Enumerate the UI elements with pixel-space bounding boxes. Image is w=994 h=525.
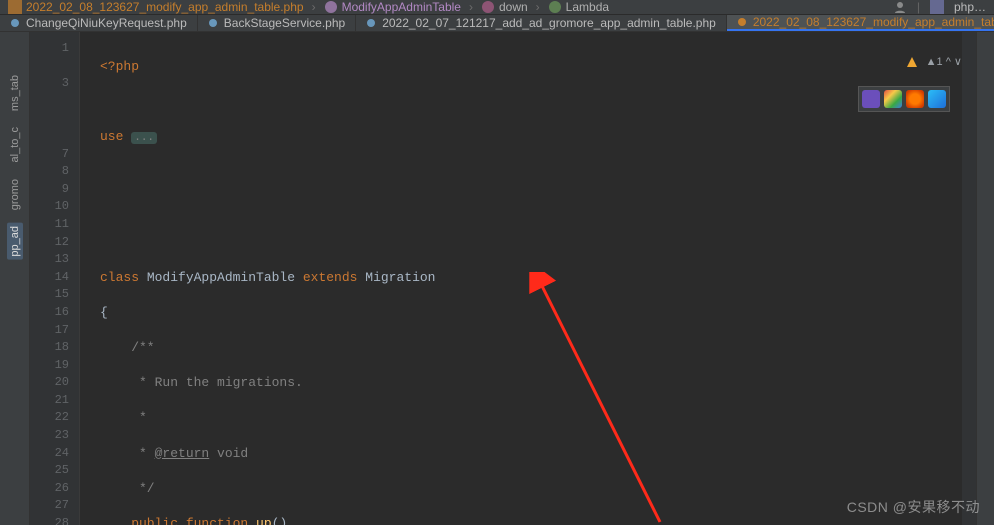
php-file-icon bbox=[366, 18, 376, 28]
php-file-icon bbox=[737, 17, 747, 27]
editor-scrollbar[interactable] bbox=[962, 32, 976, 525]
chevron-right-icon: › bbox=[469, 0, 473, 14]
side-tab-1[interactable]: ms_tab bbox=[7, 72, 23, 114]
firefox-icon[interactable] bbox=[906, 90, 924, 108]
side-tab-3[interactable]: gromo bbox=[7, 176, 23, 213]
php-file-icon bbox=[8, 0, 22, 14]
chevron-right-icon: › bbox=[312, 0, 316, 14]
php-file-icon bbox=[208, 18, 218, 28]
right-tool-sidebar bbox=[976, 32, 994, 525]
side-tab-4[interactable]: pp_ad bbox=[7, 223, 23, 260]
edge-icon[interactable] bbox=[928, 90, 946, 108]
code-area[interactable]: <?php use ... class ModifyAppAdminTable … bbox=[80, 32, 976, 525]
code-editor[interactable]: 1378910111213141516171819202122232425262… bbox=[30, 32, 976, 525]
user-icon[interactable] bbox=[893, 0, 907, 14]
editor-tabs: ChangeQiNiuKeyRequest.php BackStageServi… bbox=[0, 15, 994, 32]
tab-changeqiniukeyrequest[interactable]: ChangeQiNiuKeyRequest.php bbox=[0, 15, 198, 31]
tab-backstageservice[interactable]: BackStageService.php bbox=[198, 15, 356, 31]
class-icon bbox=[324, 0, 338, 14]
navigation-bar: 2022_02_08_123627_modify_app_admin_table… bbox=[0, 0, 994, 15]
folded-region[interactable]: ... bbox=[131, 132, 157, 144]
chrome-icon[interactable] bbox=[884, 90, 902, 108]
watermark-text: CSDN @安果移不动 bbox=[847, 497, 980, 517]
nav-divider: | bbox=[917, 0, 920, 14]
chevron-right-icon: › bbox=[536, 0, 540, 14]
breadcrumb-lambda[interactable]: Lambda bbox=[548, 0, 609, 14]
breadcrumb-method[interactable]: down bbox=[481, 0, 528, 14]
browser-toolbox bbox=[858, 86, 950, 112]
inspection-summary[interactable]: ▲1 ^ ∨ bbox=[906, 55, 962, 68]
php-project-icon[interactable] bbox=[930, 0, 944, 14]
project-label[interactable]: php… bbox=[954, 0, 986, 14]
line-gutter: 1378910111213141516171819202122232425262… bbox=[30, 32, 80, 525]
side-tab-2[interactable]: al_to_c bbox=[7, 124, 23, 165]
lambda-icon bbox=[548, 0, 562, 14]
php-file-icon bbox=[10, 18, 20, 28]
breadcrumb-class[interactable]: ModifyAppAdminTable bbox=[324, 0, 461, 14]
warning-icon bbox=[906, 56, 918, 68]
breadcrumb-file[interactable]: 2022_02_08_123627_modify_app_admin_table… bbox=[8, 0, 304, 14]
tab-add-ad-gromore[interactable]: 2022_02_07_121217_add_ad_gromore_app_adm… bbox=[356, 15, 727, 31]
phpstorm-icon[interactable] bbox=[862, 90, 880, 108]
tab-modify-app-admin[interactable]: 2022_02_08_123627_modify_app_admin_table… bbox=[727, 15, 994, 31]
method-icon bbox=[481, 0, 495, 14]
left-tool-sidebar: ms_tab al_to_c gromo pp_ad bbox=[0, 32, 30, 525]
